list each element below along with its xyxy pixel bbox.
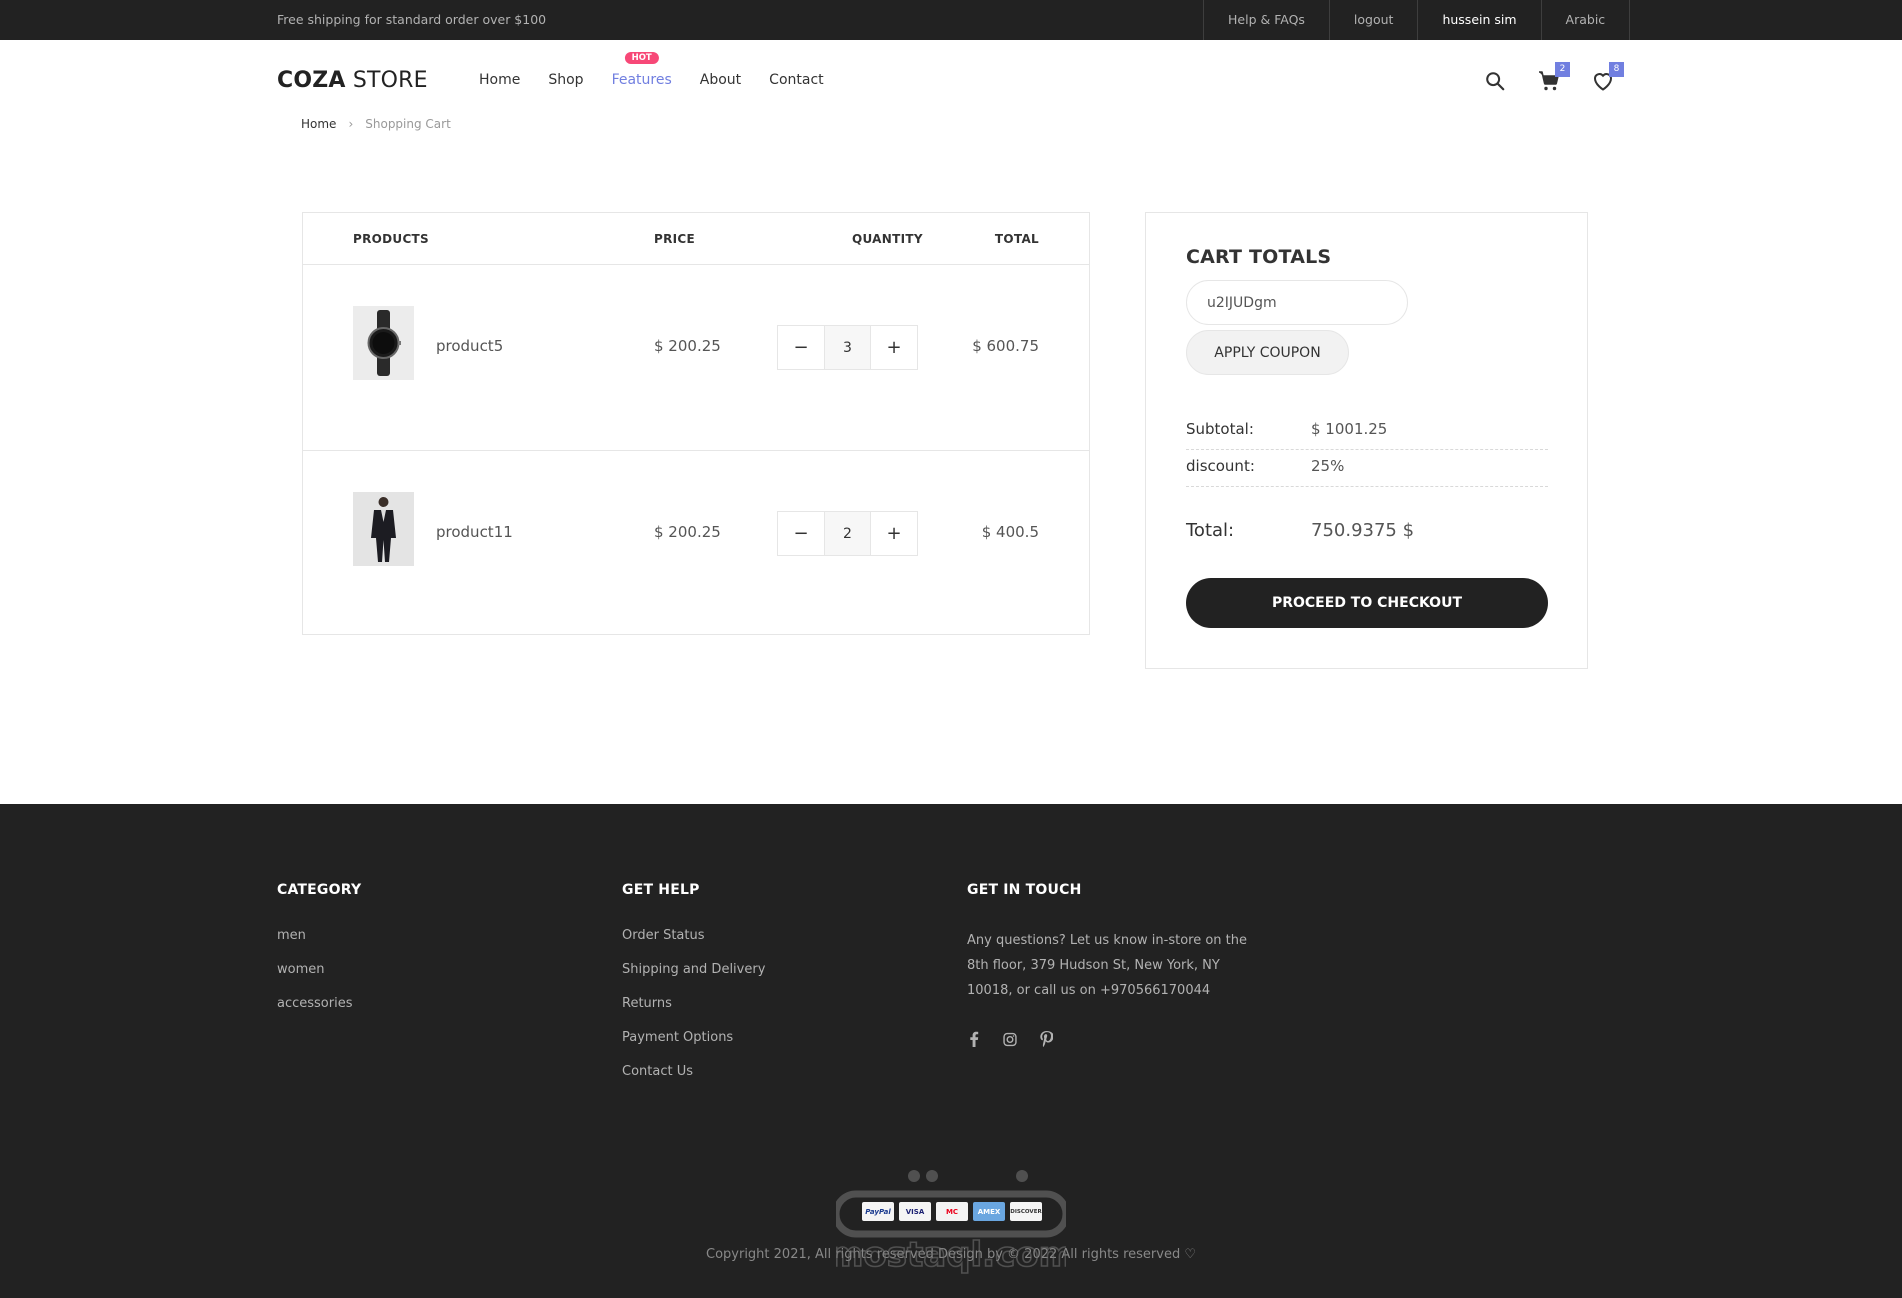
discount-label: discount: xyxy=(1186,457,1255,475)
product-price: $ 200.25 xyxy=(654,337,721,355)
breadcrumb-current: Shopping Cart xyxy=(365,117,451,131)
footer-link-order-status[interactable]: Order Status xyxy=(622,928,765,943)
instagram-icon[interactable] xyxy=(1003,1031,1017,1047)
product-name[interactable]: product5 xyxy=(436,337,503,355)
total-value: 750.9375 $ xyxy=(1311,520,1415,541)
store-logo[interactable]: COZA STORE xyxy=(277,68,428,93)
free-shipping-text: Free shipping for standard order over $1… xyxy=(277,12,547,27)
facebook-icon[interactable] xyxy=(967,1031,981,1047)
footer-link-contact-us[interactable]: Contact Us xyxy=(622,1064,765,1079)
header-total: TOTAL xyxy=(994,232,1039,246)
product-price: $ 200.25 xyxy=(654,523,721,541)
product-image-watch[interactable] xyxy=(353,306,414,380)
payment-methods: PayPal VISA MC AMEX DISCOVER xyxy=(862,1202,1042,1221)
cart-count-badge: 2 xyxy=(1555,62,1570,77)
hot-badge: HOT xyxy=(624,52,659,64)
nav-features[interactable]: Features HOT xyxy=(611,52,672,88)
proceed-to-checkout-button[interactable]: PROCEED TO CHECKOUT xyxy=(1186,578,1548,628)
footer-help-title: GET HELP xyxy=(622,882,700,898)
copyright-text: Copyright 2021, All rights reserved Desi… xyxy=(706,1247,1196,1262)
quantity-value[interactable]: 2 xyxy=(824,512,871,555)
nav-shop[interactable]: Shop xyxy=(548,72,583,88)
footer-link-returns[interactable]: Returns xyxy=(622,996,765,1011)
increase-quantity-button[interactable]: + xyxy=(871,512,917,555)
visa-icon: VISA xyxy=(899,1202,931,1221)
footer-contact-text: Any questions? Let us know in-store on t… xyxy=(967,933,1248,998)
footer-link-women[interactable]: women xyxy=(277,962,361,977)
main-nav: Home Shop Features HOT About Contact xyxy=(479,52,824,88)
breadcrumb-separator-icon: › xyxy=(348,117,354,131)
footer-category-title: CATEGORY xyxy=(277,882,362,898)
quantity-stepper: − 2 + xyxy=(777,511,918,556)
footer-help: GET HELP Order Status Shipping and Deliv… xyxy=(622,882,765,1098)
product-name[interactable]: product11 xyxy=(436,523,513,541)
logo-light: STORE xyxy=(352,68,428,93)
nav-contact[interactable]: Contact xyxy=(769,72,823,88)
mastercard-icon: MC xyxy=(936,1202,968,1221)
wishlist-button[interactable]: 8 xyxy=(1590,62,1624,94)
language-link[interactable]: Arabic xyxy=(1540,0,1631,40)
nav-about[interactable]: About xyxy=(700,72,741,88)
discount-line: discount: 25% xyxy=(1186,457,1548,487)
social-links xyxy=(967,1031,1257,1047)
paypal-icon: PayPal xyxy=(862,1202,894,1221)
cart-totals-title: CART TOTALS xyxy=(1186,246,1332,268)
footer-get-in-touch: GET IN TOUCH Any questions? Let us know … xyxy=(967,882,1257,1047)
header-quantity: QUANTITY xyxy=(852,232,923,246)
logout-link[interactable]: logout xyxy=(1328,0,1418,40)
coupon-input[interactable] xyxy=(1186,280,1408,325)
footer-link-shipping[interactable]: Shipping and Delivery xyxy=(622,962,765,977)
breadcrumb-home[interactable]: Home xyxy=(301,117,336,131)
decrease-quantity-button[interactable]: − xyxy=(778,326,824,369)
product-image-suit[interactable] xyxy=(353,492,414,566)
nav-home[interactable]: Home xyxy=(479,72,520,88)
cart-totals-panel: CART TOTALS APPLY COUPON Subtotal: $ 100… xyxy=(1145,212,1588,669)
user-account-link[interactable]: hussein sim xyxy=(1417,0,1540,40)
footer-category: CATEGORY men women accessories xyxy=(277,882,361,1030)
breadcrumb: Home › Shopping Cart xyxy=(301,117,451,131)
pinterest-icon[interactable] xyxy=(1039,1031,1053,1047)
footer-link-men[interactable]: men xyxy=(277,928,361,943)
cart-table: PRODUCTS PRICE QUANTITY TOTAL product5 $… xyxy=(302,212,1090,635)
header-icons: 2 8 xyxy=(1482,62,1624,94)
apply-coupon-button[interactable]: APPLY COUPON xyxy=(1186,330,1349,375)
header-products: PRODUCTS xyxy=(353,232,429,246)
header-price: PRICE xyxy=(654,232,696,246)
increase-quantity-button[interactable]: + xyxy=(871,326,917,369)
product-total: $ 400.5 xyxy=(981,523,1039,541)
product-total: $ 600.75 xyxy=(972,337,1039,355)
decrease-quantity-button[interactable]: − xyxy=(778,512,824,555)
table-row: product11 $ 200.25 − 2 + $ 400.5 xyxy=(303,452,1089,637)
discover-icon: DISCOVER xyxy=(1010,1202,1042,1221)
footer: CATEGORY men women accessories GET HELP … xyxy=(0,804,1902,1298)
search-icon[interactable] xyxy=(1482,68,1508,94)
cart-table-header: PRODUCTS PRICE QUANTITY TOTAL xyxy=(303,213,1089,265)
top-bar-links: Help & FAQs logout hussein sim Arabic xyxy=(1203,0,1631,40)
quantity-value[interactable]: 3 xyxy=(824,326,871,369)
quantity-stepper: − 3 + xyxy=(777,325,918,370)
footer-link-accessories[interactable]: accessories xyxy=(277,996,361,1011)
subtotal-line: Subtotal: $ 1001.25 xyxy=(1186,420,1548,450)
subtotal-label: Subtotal: xyxy=(1186,420,1254,438)
help-faqs-link[interactable]: Help & FAQs xyxy=(1203,0,1329,40)
cart-button[interactable]: 2 xyxy=(1536,62,1570,94)
wishlist-count-badge: 8 xyxy=(1609,62,1624,77)
footer-link-payment-options[interactable]: Payment Options xyxy=(622,1030,765,1045)
footer-touch-title: GET IN TOUCH xyxy=(967,882,1082,898)
amex-icon: AMEX xyxy=(973,1202,1005,1221)
subtotal-value: $ 1001.25 xyxy=(1311,420,1388,438)
total-label: Total: xyxy=(1186,520,1235,541)
top-bar: Free shipping for standard order over $1… xyxy=(0,0,1902,40)
table-row: product5 $ 200.25 − 3 + $ 600.75 xyxy=(303,266,1089,451)
nav-features-label: Features xyxy=(611,72,672,88)
discount-value: 25% xyxy=(1311,457,1345,475)
logo-bold: COZA xyxy=(277,68,346,93)
